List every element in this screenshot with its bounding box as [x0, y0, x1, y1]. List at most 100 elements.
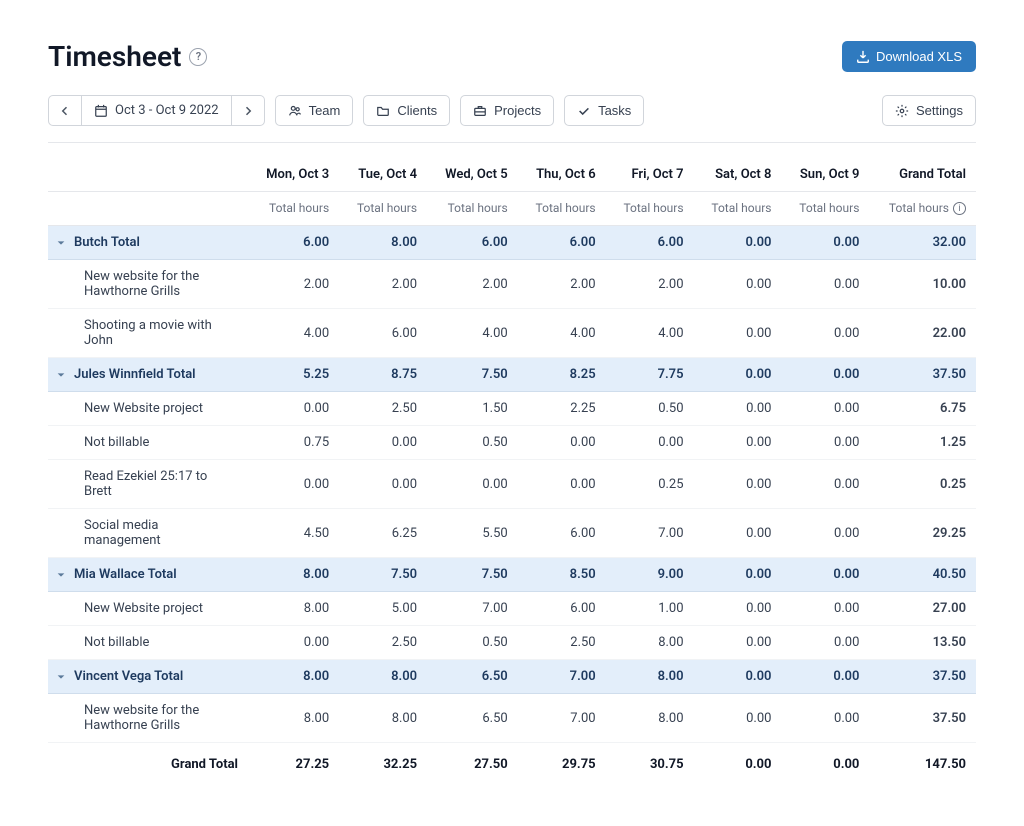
download-xls-label: Download XLS [876, 49, 962, 64]
cell-value: 0.00 [694, 260, 782, 309]
row-name: Not billable [48, 426, 248, 460]
cell-value: 0.00 [694, 392, 782, 426]
cell-value: 147.50 [869, 743, 976, 787]
cell-value: 6.00 [518, 509, 606, 558]
info-icon[interactable]: i [953, 202, 966, 215]
cell-value: 0.00 [694, 626, 782, 660]
cell-value: 2.00 [518, 260, 606, 309]
cell-value: 8.00 [248, 694, 339, 743]
cell-value: 2.00 [427, 260, 518, 309]
row-name: New website for the Hawthorne Grills [48, 694, 248, 743]
group-row[interactable]: Mia Wallace Total8.007.507.508.509.000.0… [48, 558, 976, 592]
cell-value: 8.00 [248, 592, 339, 626]
cell-value: 8.00 [339, 226, 427, 260]
table-row: Shooting a movie with John4.006.004.004.… [48, 309, 976, 358]
cell-value: 0.00 [694, 226, 782, 260]
group-row[interactable]: Butch Total6.008.006.006.006.000.000.003… [48, 226, 976, 260]
settings-label: Settings [916, 103, 963, 118]
row-name: Social media management [48, 509, 248, 558]
timesheet-table: Mon, Oct 3 Tue, Oct 4 Wed, Oct 5 Thu, Oc… [48, 153, 976, 786]
cell-value: 0.50 [427, 426, 518, 460]
cell-value: 8.00 [606, 694, 694, 743]
group-row[interactable]: Jules Winnfield Total5.258.757.508.257.7… [48, 358, 976, 392]
cell-value: 0.00 [781, 226, 869, 260]
briefcase-icon [473, 104, 487, 118]
date-navigator: Oct 3 - Oct 9 2022 [48, 95, 265, 126]
cell-value: 0.00 [781, 509, 869, 558]
cell-value: 4.00 [518, 309, 606, 358]
cell-value: 10.00 [869, 260, 976, 309]
cell-value: 37.50 [869, 694, 976, 743]
date-range-label: Oct 3 - Oct 9 2022 [115, 103, 219, 118]
cell-value: 0.00 [518, 460, 606, 509]
cell-value: 6.50 [427, 660, 518, 694]
cell-value: 7.50 [339, 558, 427, 592]
cell-value: 0.00 [781, 358, 869, 392]
cell-value: 0.00 [781, 426, 869, 460]
cell-value: 0.00 [781, 592, 869, 626]
cell-value: 0.00 [694, 426, 782, 460]
cell-value: 4.00 [606, 309, 694, 358]
cell-value: 30.75 [606, 743, 694, 787]
date-range-button[interactable]: Oct 3 - Oct 9 2022 [81, 95, 232, 126]
cell-value: 7.50 [427, 558, 518, 592]
cell-value: 0.00 [248, 460, 339, 509]
cell-value: 7.00 [518, 660, 606, 694]
cell-value: 27.25 [248, 743, 339, 787]
cell-value: 32.00 [869, 226, 976, 260]
table-header-sub: Total hours Total hours Total hours Tota… [48, 192, 976, 226]
filter-tasks-button[interactable]: Tasks [564, 95, 644, 126]
download-xls-button[interactable]: Download XLS [842, 41, 976, 72]
cell-value: 6.00 [518, 592, 606, 626]
cell-value: 29.25 [869, 509, 976, 558]
row-name: New Website project [48, 592, 248, 626]
table-header-days: Mon, Oct 3 Tue, Oct 4 Wed, Oct 5 Thu, Oc… [48, 153, 976, 192]
prev-week-button[interactable] [48, 95, 81, 126]
cell-value: 9.00 [606, 558, 694, 592]
chevron-down-icon [56, 570, 66, 580]
cell-value: 8.00 [248, 558, 339, 592]
cell-value: 4.50 [248, 509, 339, 558]
cell-value: 0.00 [339, 460, 427, 509]
cell-value: 8.00 [339, 694, 427, 743]
help-icon[interactable]: ? [189, 48, 207, 66]
cell-value: 4.00 [248, 309, 339, 358]
filter-projects-label: Projects [494, 103, 541, 118]
table-row: New Website project0.002.501.502.250.500… [48, 392, 976, 426]
cell-value: 1.00 [606, 592, 694, 626]
cell-value: 2.00 [248, 260, 339, 309]
cell-value: 7.50 [427, 358, 518, 392]
filter-projects-button[interactable]: Projects [460, 95, 554, 126]
settings-button[interactable]: Settings [882, 95, 976, 126]
cell-value: 0.00 [781, 309, 869, 358]
filter-clients-button[interactable]: Clients [363, 95, 450, 126]
cell-value: 0.00 [427, 460, 518, 509]
gear-icon [895, 104, 909, 118]
col-thu: Thu, Oct 6 [518, 153, 606, 192]
cell-value: 0.00 [339, 426, 427, 460]
cell-value: 7.75 [606, 358, 694, 392]
cell-value: 0.00 [694, 509, 782, 558]
cell-value: 8.00 [606, 660, 694, 694]
filter-team-label: Team [309, 103, 341, 118]
row-name: Shooting a movie with John [48, 309, 248, 358]
filter-team-button[interactable]: Team [275, 95, 354, 126]
row-name: Not billable [48, 626, 248, 660]
cell-value: 5.50 [427, 509, 518, 558]
cell-value: 0.00 [694, 592, 782, 626]
folder-icon [376, 104, 390, 118]
next-week-button[interactable] [232, 95, 265, 126]
cell-value: 2.00 [339, 260, 427, 309]
cell-value: 7.00 [606, 509, 694, 558]
cell-value: 0.50 [427, 626, 518, 660]
cell-value: 5.25 [248, 358, 339, 392]
cell-value: 8.00 [248, 660, 339, 694]
table-row: Not billable0.002.500.502.508.000.000.00… [48, 626, 976, 660]
group-row[interactable]: Vincent Vega Total8.008.006.507.008.000.… [48, 660, 976, 694]
cell-value: 0.00 [781, 626, 869, 660]
row-name: New Website project [48, 392, 248, 426]
cell-value: 7.00 [427, 592, 518, 626]
chevron-down-icon [56, 370, 66, 380]
cell-value: 32.25 [339, 743, 427, 787]
cell-value: 6.25 [339, 509, 427, 558]
